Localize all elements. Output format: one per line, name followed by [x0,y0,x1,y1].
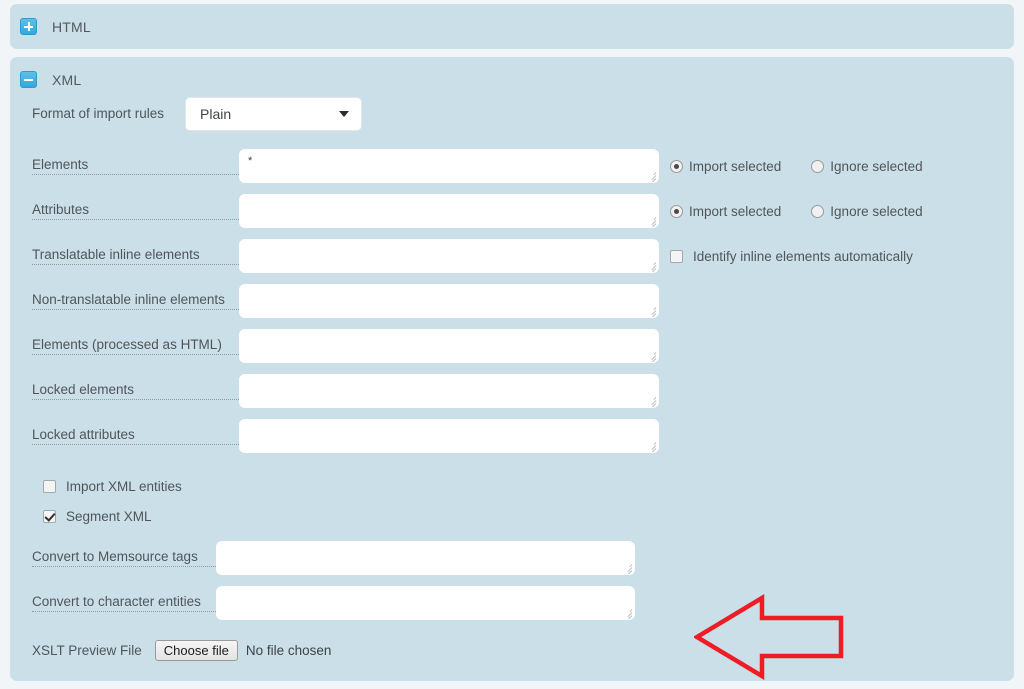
row-attributes: Attributes Import selected Ignore select… [32,194,945,228]
label-locked-elements: Locked elements [32,374,239,400]
elements-value: * [248,155,253,167]
attributes-option-label-ignore: Ignore selected [830,203,923,219]
radio-icon[interactable] [670,159,683,173]
row-locked-elements: Locked elements [32,374,659,408]
convert-to-character-entities-textarea[interactable] [216,586,635,620]
chevron-down-icon [339,111,349,117]
label-convert-to-character-entities: Convert to character entities [32,586,216,612]
convert-to-memsource-tags-textarea[interactable] [216,541,635,575]
label-translatable-inline-elements: Translatable inline elements [32,239,239,265]
label-xslt-preview-file: XSLT Preview File [32,642,142,658]
radio-icon[interactable] [811,204,825,218]
row-convert-to-character-entities: Convert to character entities [32,586,635,620]
segment-xml-label: Segment XML [66,509,152,524]
minus-icon[interactable] [20,71,37,88]
panel-html-title: HTML [52,18,91,35]
plus-icon[interactable] [20,18,37,35]
radio-icon[interactable] [670,204,683,218]
checkbox-icon[interactable] [43,510,56,523]
resize-grip-icon[interactable] [621,606,633,619]
row-translatable-inline-elements: Translatable inline elements Identify in… [32,239,913,273]
identify-inline-elements-automatically-label: Identify inline elements automatically [693,248,913,264]
row-elements-processed-as-html: Elements (processed as HTML) [32,329,659,363]
label-attributes: Attributes [32,194,239,220]
row-format-of-import-rules: Format of import rules Plain [32,97,362,131]
resize-grip-icon[interactable] [645,394,657,407]
row-xslt-preview-file: XSLT Preview File Choose file No file ch… [32,640,331,661]
panel-xml-title: XML [52,71,82,88]
panel-html-header[interactable]: HTML [10,4,1014,49]
locked-attributes-textarea[interactable] [239,419,659,453]
row-elements: Elements * Import selected Ignore select… [32,149,945,183]
attributes-options: Import selected Ignore selected [670,194,945,228]
arrow-shape [694,594,844,680]
left-pointing-arrow-annotation [694,594,844,680]
elements-option-label-ignore: Ignore selected [830,158,923,174]
label-elements-processed-as-html: Elements (processed as HTML) [32,329,239,355]
translatable-inline-elements-textarea[interactable] [239,239,659,273]
label-locked-attributes: Locked attributes [32,419,239,445]
row-non-translatable-inline-elements: Non-translatable inline elements [32,284,659,318]
label-elements: Elements [32,149,239,175]
format-of-import-rules-value: Plain [200,106,232,122]
panel-xml[interactable]: XML Format of import rules Plain Element… [10,57,1014,681]
panel-xml-header[interactable]: XML [10,57,1014,102]
resize-grip-icon[interactable] [645,214,657,227]
file-chosen-status: No file chosen [245,643,332,658]
segment-xml-checkbox[interactable]: Segment XML [43,509,152,524]
checkbox-icon[interactable] [670,249,683,263]
attributes-option-import-selected[interactable]: Import selected [670,204,781,219]
resize-grip-icon[interactable] [645,439,657,452]
choose-file-button[interactable]: Choose file [154,640,238,661]
attributes-option-ignore-selected[interactable]: Ignore selected [811,203,923,219]
resize-grip-icon[interactable] [645,169,657,182]
label-format-of-import-rules: Format of import rules [32,106,165,121]
attributes-textarea[interactable] [239,194,659,228]
elements-option-ignore-selected[interactable]: Ignore selected [811,158,923,174]
elements-textarea[interactable]: * [239,149,659,183]
row-locked-attributes: Locked attributes [32,419,659,453]
import-xml-entities-checkbox[interactable]: Import XML entities [43,479,182,494]
resize-grip-icon[interactable] [645,304,657,317]
elements-processed-as-html-textarea[interactable] [239,329,659,363]
attributes-option-label-import: Import selected [689,203,782,219]
elements-option-import-selected[interactable]: Import selected [670,159,781,174]
label-convert-to-memsource-tags: Convert to Memsource tags [32,541,216,567]
import-xml-entities-label: Import XML entities [66,479,182,494]
identify-inline-elements-automatically-checkbox[interactable]: Identify inline elements automatically [670,239,913,273]
locked-elements-textarea[interactable] [239,374,659,408]
elements-option-label-import: Import selected [689,158,782,174]
elements-options: Import selected Ignore selected [670,149,945,183]
resize-grip-icon[interactable] [645,259,657,272]
resize-grip-icon[interactable] [645,349,657,362]
resize-grip-icon[interactable] [621,561,633,574]
non-translatable-inline-elements-textarea[interactable] [239,284,659,318]
label-non-translatable-inline-elements: Non-translatable inline elements [32,284,239,310]
row-convert-to-memsource-tags: Convert to Memsource tags [32,541,635,575]
checkbox-icon[interactable] [43,480,56,493]
radio-icon[interactable] [811,159,825,173]
format-of-import-rules-select[interactable]: Plain [185,97,362,131]
panel-html[interactable]: HTML [10,4,1014,49]
